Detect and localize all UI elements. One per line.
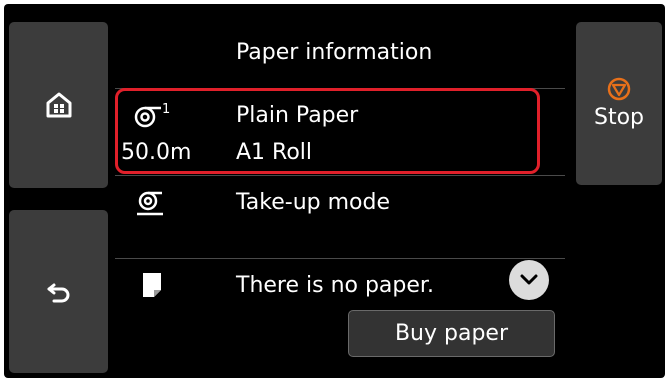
stop-icon — [607, 77, 631, 101]
paper-status: There is no paper. — [236, 273, 434, 298]
selection-highlight — [115, 88, 540, 174]
chevron-down-icon — [520, 274, 538, 285]
take-up-label: Take-up mode — [236, 190, 390, 215]
stop-button[interactable]: Stop — [576, 22, 662, 185]
back-arrow-icon — [47, 283, 69, 302]
page-title: Paper information — [236, 40, 433, 65]
home-button[interactable] — [9, 22, 108, 188]
stop-label: Stop — [593, 105, 644, 130]
divider — [115, 175, 565, 176]
expand-button[interactable] — [509, 260, 549, 300]
printer-touch-screen: Stop Paper information 1 50.0m Plain Pap… — [4, 4, 665, 378]
home-icon — [46, 92, 71, 118]
divider — [115, 258, 565, 259]
buy-paper-button[interactable]: Buy paper — [348, 310, 555, 357]
take-up-icon — [137, 191, 163, 216]
cut-sheet-icon — [143, 273, 161, 297]
back-button[interactable] — [9, 210, 108, 373]
